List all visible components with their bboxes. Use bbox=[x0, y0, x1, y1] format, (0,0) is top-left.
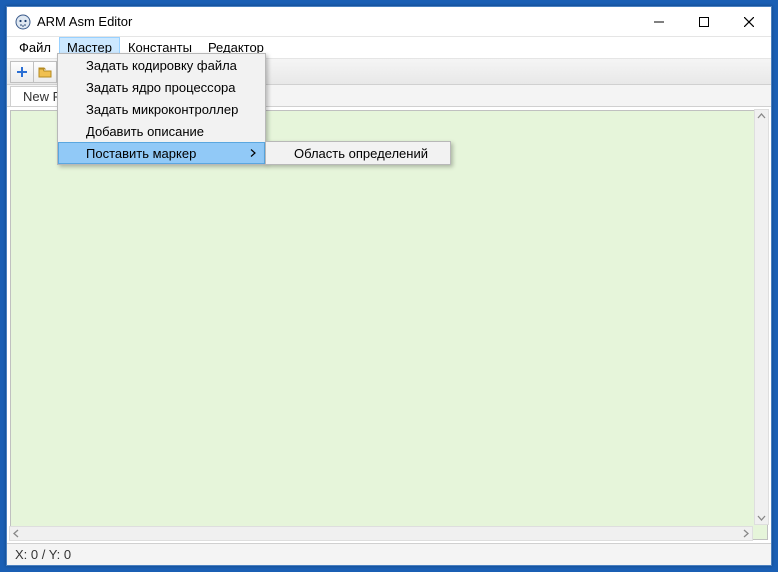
new-file-button[interactable] bbox=[10, 61, 34, 83]
plus-icon bbox=[15, 65, 29, 79]
window-title: ARM Asm Editor bbox=[37, 14, 636, 29]
close-button[interactable] bbox=[726, 7, 771, 36]
scroll-right-icon[interactable] bbox=[739, 527, 752, 540]
scroll-down-icon[interactable] bbox=[755, 511, 768, 524]
menu-place-marker-label: Поставить маркер bbox=[86, 146, 196, 161]
menu-file[interactable]: Файл bbox=[11, 37, 59, 58]
horizontal-scrollbar[interactable] bbox=[9, 526, 753, 541]
submenu-definitions-area[interactable]: Область определений bbox=[266, 142, 450, 164]
editor-area bbox=[7, 107, 771, 543]
cursor-position: X: 0 / Y: 0 bbox=[15, 547, 71, 562]
menu-set-cpu-core[interactable]: Задать ядро процессора bbox=[58, 76, 265, 98]
scroll-up-icon[interactable] bbox=[755, 110, 768, 123]
titlebar[interactable]: ARM Asm Editor bbox=[7, 7, 771, 37]
menu-set-microcontroller[interactable]: Задать микроконтроллер bbox=[58, 98, 265, 120]
chevron-right-icon bbox=[250, 149, 256, 158]
scroll-left-icon[interactable] bbox=[10, 527, 23, 540]
text-editor[interactable] bbox=[10, 110, 768, 540]
folder-icon bbox=[38, 65, 52, 79]
maximize-button[interactable] bbox=[681, 7, 726, 36]
menu-set-file-encoding[interactable]: Задать кодировку файла bbox=[58, 54, 265, 76]
menu-add-description[interactable]: Добавить описание bbox=[58, 120, 265, 142]
window-controls bbox=[636, 7, 771, 36]
master-dropdown: Задать кодировку файла Задать ядро проце… bbox=[57, 53, 266, 165]
open-file-button[interactable] bbox=[33, 61, 57, 83]
marker-submenu: Область определений bbox=[265, 141, 451, 165]
minimize-button[interactable] bbox=[636, 7, 681, 36]
vertical-scrollbar[interactable] bbox=[754, 109, 769, 525]
statusbar: X: 0 / Y: 0 bbox=[7, 543, 771, 565]
app-icon bbox=[15, 14, 31, 30]
menu-place-marker[interactable]: Поставить маркер bbox=[58, 142, 265, 164]
